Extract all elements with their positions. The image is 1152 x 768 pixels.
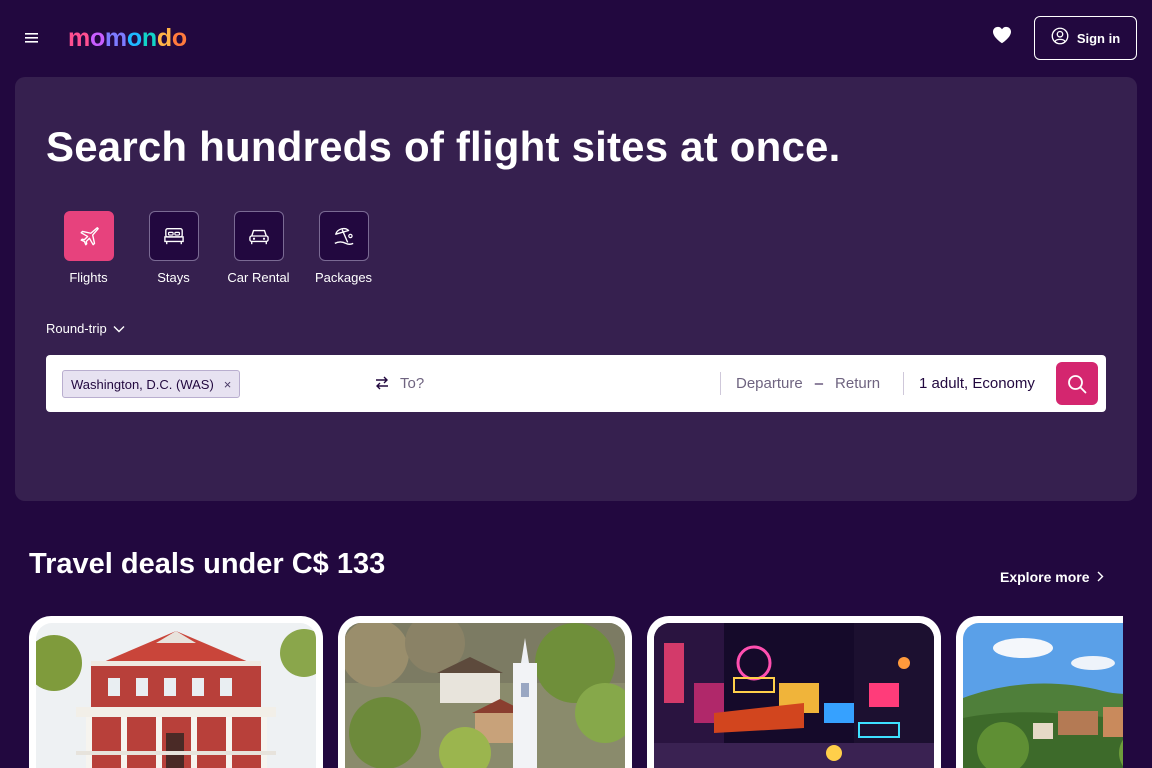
page-title: Search hundreds of flight sites at once.	[46, 123, 841, 170]
momondo-logo[interactable]: momondo	[68, 21, 187, 55]
deal-image	[36, 623, 316, 768]
deal-cards-carousel	[29, 616, 1123, 768]
divider	[720, 372, 721, 395]
tab-stays-label: Stays	[157, 270, 190, 285]
deal-card[interactable]	[338, 616, 632, 768]
car-icon	[233, 211, 284, 261]
sign-in-label: Sign in	[1076, 30, 1121, 46]
bed-icon	[148, 211, 199, 261]
deal-card[interactable]	[29, 616, 323, 768]
origin-label: Washington, D.C. (WAS)	[71, 376, 214, 392]
tab-packages[interactable]: Packages	[301, 211, 386, 285]
search-mode-tabs: Flights Stays Car Rental Packages	[46, 211, 386, 285]
deal-image	[654, 623, 934, 768]
trip-type-label: Round-trip	[46, 321, 107, 336]
return-date-field[interactable]: Return	[835, 375, 880, 392]
search-button[interactable]	[1056, 362, 1098, 405]
beach-umbrella-icon	[318, 211, 369, 261]
flight-search-bar: Washington, D.C. (WAS) × Departure – Ret…	[46, 355, 1106, 412]
deal-image	[963, 623, 1123, 768]
tab-car-rental-label: Car Rental	[227, 270, 290, 285]
deal-card[interactable]	[647, 616, 941, 768]
sign-in-button[interactable]: Sign in	[1034, 16, 1137, 60]
departure-date-field[interactable]: Departure	[736, 375, 803, 392]
plane-icon	[63, 211, 114, 261]
close-icon[interactable]: ×	[224, 377, 232, 392]
tab-packages-label: Packages	[314, 270, 373, 285]
chevron-down-icon	[113, 321, 125, 336]
deal-image	[345, 623, 625, 768]
date-separator: –	[814, 375, 824, 392]
travelers-cabin-selector[interactable]: 1 adult, Economy	[919, 355, 1035, 412]
trip-type-dropdown[interactable]: Round-trip	[46, 321, 125, 336]
user-circle-icon	[1051, 27, 1069, 50]
search-hero-panel: Search hundreds of flight sites at once.…	[15, 77, 1137, 501]
divider	[903, 372, 904, 395]
hamburger-menu-icon[interactable]	[20, 26, 44, 50]
explore-more-link[interactable]: Explore more	[1000, 569, 1104, 585]
deals-heading: Travel deals under C$ 133	[29, 548, 386, 580]
destination-input[interactable]	[400, 367, 710, 400]
swap-arrows-icon[interactable]	[372, 372, 392, 394]
explore-more-label: Explore more	[1000, 569, 1090, 585]
tab-car-rental[interactable]: Car Rental	[216, 211, 301, 285]
top-bar: momondo Sign in	[0, 0, 1152, 76]
deal-card[interactable]	[956, 616, 1123, 768]
date-range-picker: Departure – Return	[736, 355, 880, 412]
tab-flights[interactable]: Flights	[46, 211, 131, 285]
origin-chip[interactable]: Washington, D.C. (WAS) ×	[62, 370, 241, 398]
tab-flights-label: Flights	[69, 270, 108, 285]
heart-icon[interactable]	[992, 26, 1018, 50]
search-icon	[1068, 374, 1087, 393]
tab-stays[interactable]: Stays	[131, 211, 216, 285]
chevron-right-icon	[1097, 569, 1104, 585]
